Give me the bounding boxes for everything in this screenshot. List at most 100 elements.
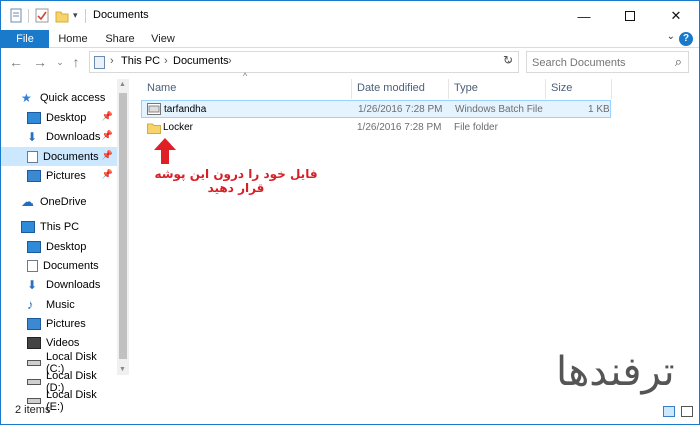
sidebar-item-label: Videos [46,336,80,349]
breadcrumb-this-pc[interactable]: This PC [121,55,160,67]
tab-home[interactable]: Home [53,30,93,48]
sidebar-item-label: Documents [43,259,99,272]
back-button[interactable]: ← [7,52,25,72]
checkmark-icon[interactable] [35,8,49,24]
document-icon [27,150,38,163]
sidebar-item-label: Pictures [46,317,86,330]
maximize-icon [625,11,635,21]
column-divider[interactable] [611,79,612,99]
red-arrow-icon [154,138,176,164]
sidebar-item-label: OneDrive [40,195,87,208]
tab-view[interactable]: View [145,30,181,48]
file-size: 1 KB [588,104,610,115]
scroll-down-icon[interactable]: ▼ [119,366,126,373]
desktop-icon [27,240,41,253]
sidebar-item-desktop[interactable]: Desktop 📌 [1,108,117,127]
desktop-icon [27,111,41,124]
chevron-down-icon: ⌄ [56,57,64,67]
search-input[interactable] [532,55,662,70]
sidebar-item-label: Downloads [46,130,101,143]
sidebar-item-label: Desktop [46,240,87,253]
search-box[interactable]: ⌕ [526,51,689,73]
sidebar-item-quick-access[interactable]: ★ Quick access [1,88,117,107]
column-date-modified[interactable]: Date modified [357,82,425,102]
chevron-down-icon[interactable]: ⌄ [667,31,675,42]
drive-icon [27,359,41,366]
forward-button[interactable]: → [31,52,49,72]
minimize-icon: — [577,8,591,24]
breadcrumb-documents[interactable]: Documents [173,55,229,67]
this-pc-icon [94,56,105,69]
breadcrumb-separator[interactable]: › [164,55,168,67]
file-row[interactable]: tarfandha 1/26/2016 7:28 PM Windows Batc… [141,100,611,118]
sidebar-item-videos[interactable]: Videos [1,333,117,352]
star-icon: ★ [21,90,32,105]
explorer-window: ▾ Documents — ✕ File Home Share View ⌄ ?… [0,0,700,425]
tab-file[interactable]: File [1,30,49,48]
help-icon[interactable]: ? [679,32,693,46]
column-divider[interactable] [448,79,449,99]
file-date: 1/26/2016 7:28 PM [357,122,442,133]
sidebar-item-this-pc[interactable]: This PC [1,217,117,236]
large-icons-view-icon[interactable] [681,406,693,417]
sidebar-item-onedrive[interactable]: ☁ OneDrive [1,192,117,211]
pin-icon: 📌 [101,150,113,160]
sidebar-item-documents[interactable]: Documents [1,256,117,275]
sidebar-item-music[interactable]: ♪ Music [1,295,117,314]
picture-icon [27,317,41,330]
refresh-button[interactable]: ↻ [499,53,517,69]
picture-icon [27,169,41,182]
breadcrumb-separator[interactable]: › [110,55,114,67]
column-divider[interactable] [351,79,352,99]
drive-icon [27,397,41,404]
sidebar-item-label: Quick access [40,91,106,104]
close-button[interactable]: ✕ [653,1,699,31]
status-item-count: 2 items [15,404,51,416]
scroll-up-icon[interactable]: ▲ [119,81,126,88]
search-icon[interactable]: ⌕ [675,54,682,70]
sidebar-item-downloads[interactable]: ⬇ Downloads 📌 [1,127,117,146]
navigation-bar: ← → ⌄ ↑ › This PC › Documents › ⌄ ↻ ⌕ [1,49,699,75]
sidebar-item-pictures[interactable]: Pictures 📌 [1,166,117,185]
tab-share[interactable]: Share [99,30,141,48]
sidebar-item-pictures[interactable]: Pictures [1,314,117,333]
scrollbar-thumb[interactable] [119,93,127,359]
details-view-icon[interactable] [663,406,675,417]
pin-icon: 📌 [101,130,113,140]
file-type: Windows Batch File [455,104,543,115]
column-divider[interactable] [545,79,546,99]
properties-icon[interactable] [9,8,23,24]
new-folder-icon[interactable] [55,8,69,24]
address-bar[interactable]: › This PC › Documents › ⌄ [89,51,519,73]
sidebar-item-downloads[interactable]: ⬇ Downloads [1,275,117,294]
sidebar-item-label: Documents [43,150,99,163]
film-icon [27,336,41,349]
close-icon: ✕ [670,8,682,23]
minimize-button[interactable]: — [561,1,607,31]
window-title: Documents [93,9,149,21]
nav-pane-scrollbar[interactable]: ▲ ▼ [117,79,129,375]
monitor-icon [21,220,35,233]
arrow-up-icon: ↑ [72,54,80,70]
music-icon: ♪ [27,296,34,312]
divider [85,9,86,23]
sidebar-item-desktop[interactable]: Desktop [1,237,117,256]
maximize-button[interactable] [607,1,653,31]
up-button[interactable]: ↑ [67,52,85,72]
batch-file-icon [147,103,161,115]
navigation-pane: ★ Quick access Desktop 📌 ⬇ Downloads 📌 Document… [1,79,129,413]
file-row[interactable]: Locker 1/26/2016 7:28 PM File folder [141,119,611,137]
download-arrow-icon: ⬇ [27,277,38,292]
customize-toolbar-icon[interactable]: ▾ [73,10,78,21]
column-type[interactable]: Type [454,82,478,102]
folder-icon [147,123,161,134]
column-size[interactable]: Size [551,82,572,102]
breadcrumb-separator[interactable]: › [228,55,232,67]
watermark-logo: ترفندها [556,349,675,395]
sidebar-item-documents[interactable]: Documents 📌 [1,147,117,166]
file-date: 1/26/2016 7:28 PM [358,104,443,115]
sidebar-item-label: This PC [40,220,80,233]
column-name[interactable]: Name [147,82,176,102]
sort-indicator-icon: ^ [243,71,248,81]
cloud-icon: ☁ [21,193,34,209]
